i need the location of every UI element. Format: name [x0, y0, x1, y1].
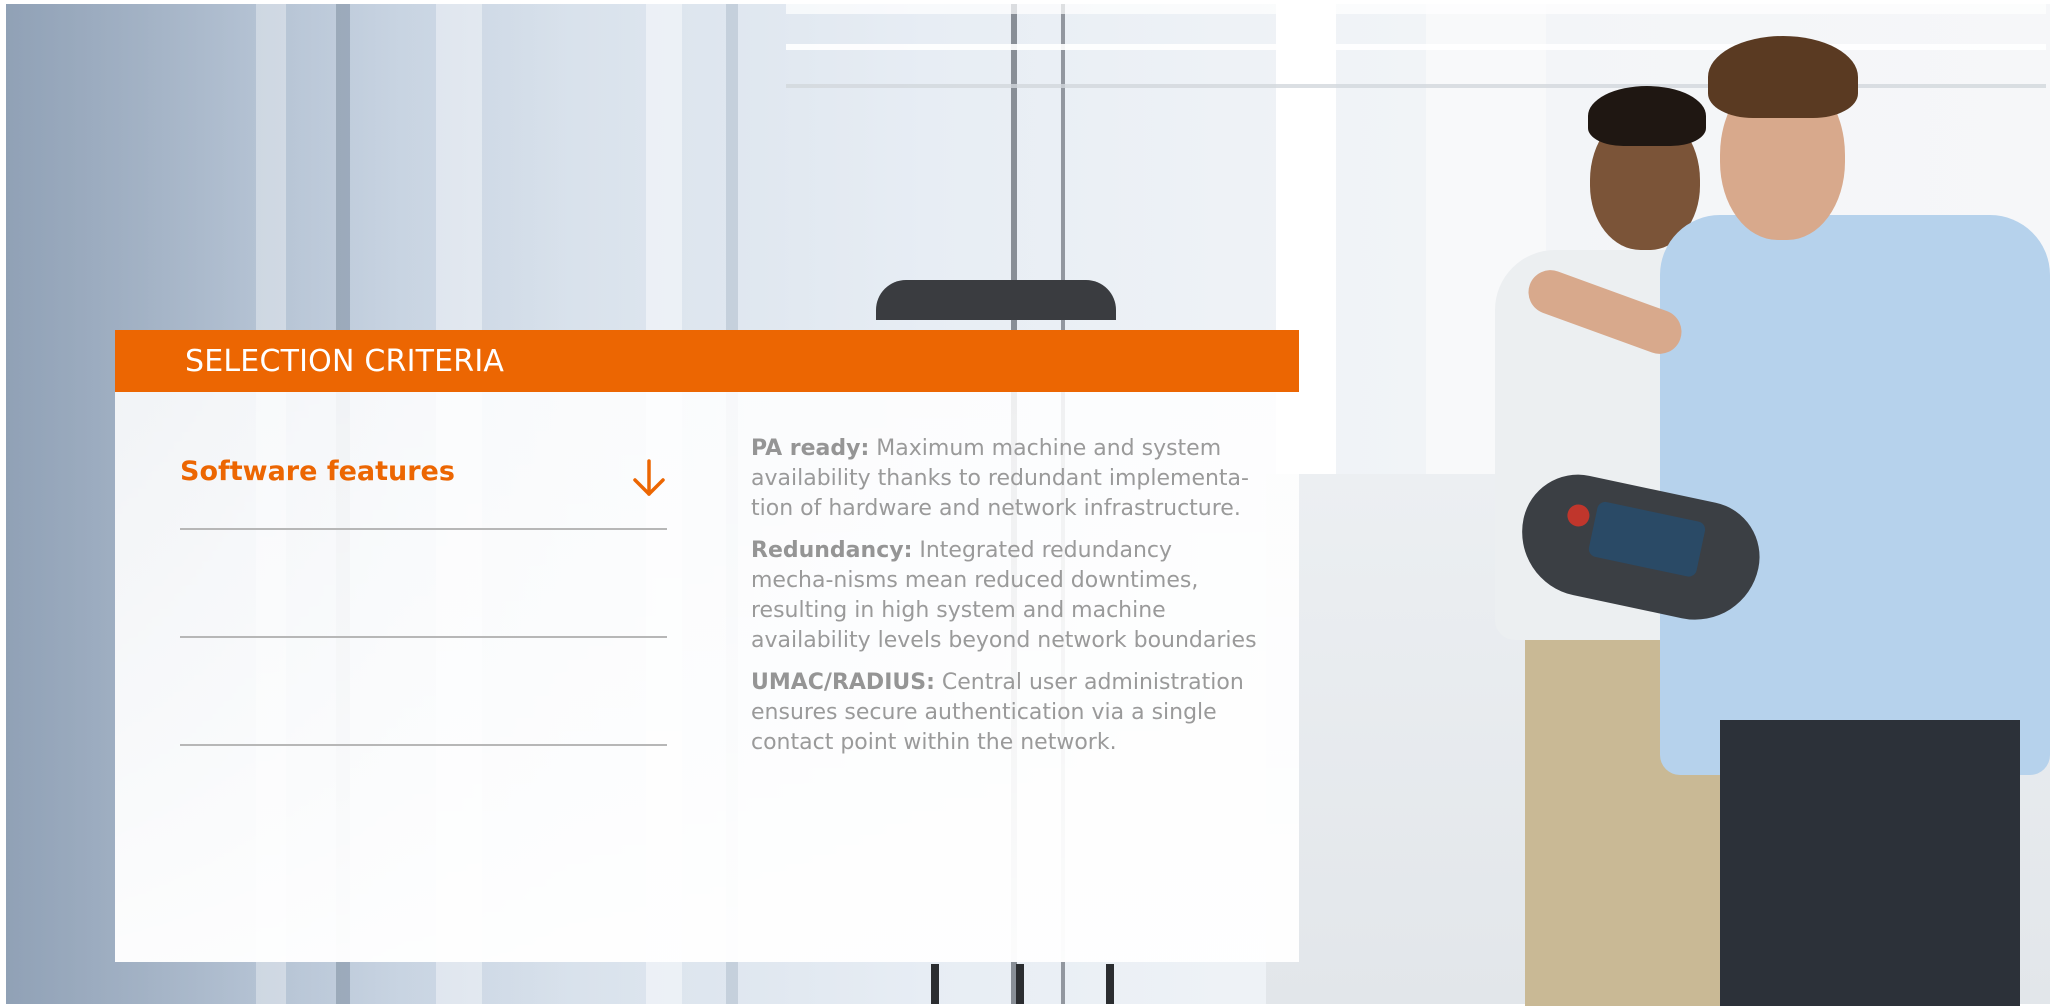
feature-item: UMAC/RADIUS: Central user administration…: [751, 668, 1261, 758]
arrow-down-icon[interactable]: [631, 458, 667, 498]
accordion-item-label: Software features: [180, 456, 455, 487]
criteria-accordion: Software features: [180, 422, 667, 746]
feature-item: Redundancy: Integrated redundancy mecha-…: [751, 536, 1261, 656]
accordion-item[interactable]: [180, 638, 667, 746]
panel-header: SELECTION CRITERIA: [115, 330, 1299, 392]
feature-term: Redundancy:: [751, 538, 913, 563]
feature-descriptions: PA ready: Maximum machine and system ava…: [751, 434, 1261, 770]
feature-term: UMAC/RADIUS:: [751, 670, 935, 695]
panel-body: Software features PA ready: Maximum mach…: [115, 392, 1299, 962]
panel-title: SELECTION CRITERIA: [185, 344, 505, 379]
accordion-item[interactable]: [180, 530, 667, 638]
accordion-item-software-features[interactable]: Software features: [180, 422, 667, 530]
page: SELECTION CRITERIA Software features PA …: [0, 0, 2056, 1006]
feature-item: PA ready: Maximum machine and system ava…: [751, 434, 1261, 524]
feature-term: PA ready:: [751, 436, 870, 461]
